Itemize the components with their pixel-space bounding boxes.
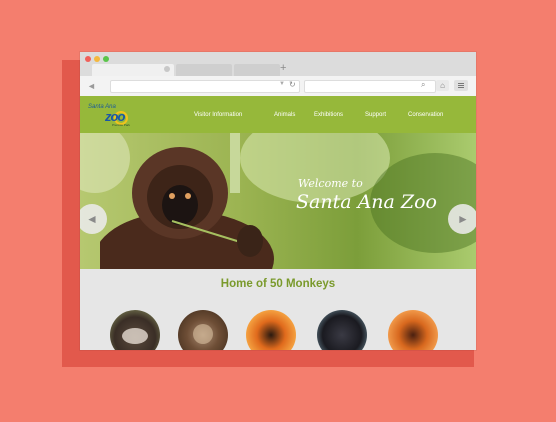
browser-toolbar: ◄ ▼ ↻ ⌕ ⌂ (80, 76, 476, 96)
browser-search-input[interactable] (304, 80, 436, 93)
section-title: Home of 50 Monkeys (220, 278, 336, 290)
nav-exhibitions[interactable]: Exhibitions (314, 112, 343, 118)
dropdown-arrow-icon[interactable]: ▼ (279, 81, 285, 87)
santa-ana-zoo-logo[interactable]: Santa Ana zoo Prentice Park (88, 104, 144, 130)
monkey-thumb-black-monkey[interactable] (317, 310, 367, 350)
hamburger-menu-icon[interactable] (454, 80, 468, 91)
monkey-photo (100, 147, 274, 269)
monkey-thumb-emperor-tamarin[interactable] (110, 310, 160, 350)
back-arrow-icon[interactable]: ◄ (87, 81, 96, 91)
logo-sub-text: Prentice Park (112, 123, 131, 127)
search-icon[interactable]: ⌕ (421, 80, 425, 90)
nav-support[interactable]: Support (365, 112, 386, 118)
nav-visitor-information[interactable]: Visitor Information (194, 112, 242, 118)
carousel-next-button[interactable]: ► (448, 204, 476, 234)
hero-welcome-text: Welcome to (298, 177, 363, 190)
monkey-thumb-white-faced-monkey[interactable] (178, 310, 228, 350)
browser-tab[interactable] (176, 64, 232, 76)
title-bar: + (80, 52, 476, 76)
browser-tab-active[interactable] (92, 64, 174, 76)
hero-banner: Welcome to Santa Ana Zoo ◄ ► (80, 133, 476, 269)
close-window-button[interactable] (85, 56, 91, 62)
home-icon[interactable]: ⌂ (436, 80, 449, 91)
site-header: Santa Ana zoo Prentice Park Visitor Info… (80, 96, 476, 133)
maximize-window-button[interactable] (103, 56, 109, 62)
monkey-thumb-orange-monkey[interactable] (388, 310, 438, 350)
nav-conservation[interactable]: Conservation (408, 112, 443, 118)
monkey-face (193, 324, 213, 344)
browser-tab[interactable] (234, 64, 280, 76)
minimize-window-button[interactable] (94, 56, 100, 62)
new-tab-button[interactable]: + (280, 62, 286, 74)
browser-window: + ◄ ▼ ↻ ⌕ ⌂ Santa Ana zoo Prentice Park … (80, 52, 476, 350)
logo-main-text: zoo (105, 109, 125, 124)
close-tab-icon[interactable] (164, 66, 170, 72)
monkey-thumb-golden-lion-tamarin[interactable] (246, 310, 296, 350)
nav-animals[interactable]: Animals (274, 112, 295, 118)
address-bar[interactable] (110, 80, 300, 93)
reload-icon[interactable]: ↻ (289, 80, 296, 89)
monkey-face (122, 328, 148, 344)
hero-title: Santa Ana Zoo (296, 191, 437, 213)
